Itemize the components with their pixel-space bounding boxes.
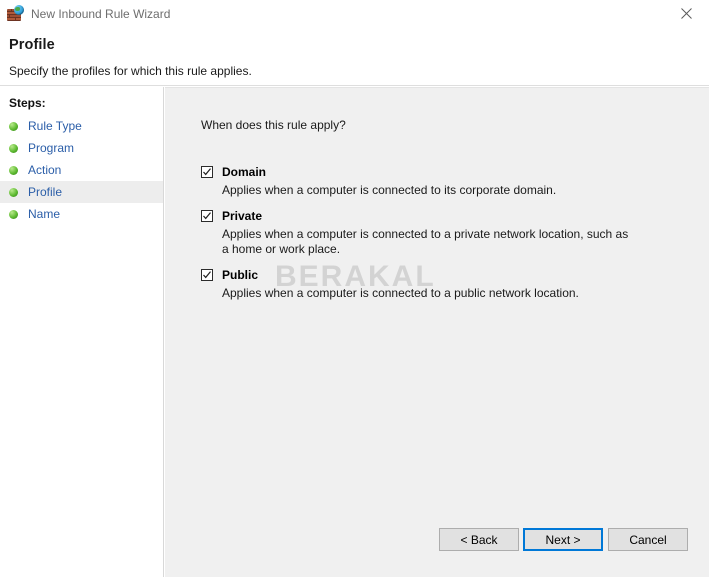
green-bullet-icon [9, 122, 18, 131]
green-bullet-icon [9, 144, 18, 153]
green-bullet-icon [9, 188, 18, 197]
cancel-button[interactable]: Cancel [608, 528, 688, 551]
page-subtitle: Specify the profiles for which this rule… [9, 64, 252, 78]
steps-sidebar: Steps: Rule Type Program Action Profile … [0, 87, 164, 577]
sidebar-item-action[interactable]: Action [0, 159, 163, 181]
page-header: Profile Specify the profiles for which t… [0, 27, 709, 86]
sidebar-item-label: Action [28, 163, 61, 177]
sidebar-item-label: Rule Type [28, 119, 82, 133]
title-bar: New Inbound Rule Wizard [0, 0, 709, 27]
option-public: Public Applies when a computer is connec… [201, 267, 671, 301]
green-bullet-icon [9, 210, 18, 219]
profile-options-group: Domain Applies when a computer is connec… [201, 164, 671, 311]
checkbox-row-public[interactable]: Public [201, 267, 671, 282]
option-description-public: Applies when a computer is connected to … [222, 286, 632, 301]
sidebar-item-profile[interactable]: Profile [0, 181, 163, 203]
option-domain: Domain Applies when a computer is connec… [201, 164, 671, 198]
checkbox-row-domain[interactable]: Domain [201, 164, 671, 179]
close-icon[interactable] [664, 0, 709, 27]
main-panel: When does this rule apply? BERAKAL Domai… [165, 87, 709, 577]
back-button[interactable]: < Back [439, 528, 519, 551]
sidebar-item-label: Profile [28, 185, 62, 199]
sidebar-item-label: Program [28, 141, 74, 155]
sidebar-item-program[interactable]: Program [0, 137, 163, 159]
option-label-domain: Domain [222, 165, 266, 179]
profile-question: When does this rule apply? [201, 118, 346, 132]
checkbox-row-private[interactable]: Private [201, 208, 671, 223]
steps-heading: Steps: [9, 96, 46, 110]
next-button[interactable]: Next > [523, 528, 603, 551]
checkbox-domain[interactable] [201, 166, 213, 178]
option-label-private: Private [222, 209, 262, 223]
option-description-domain: Applies when a computer is connected to … [222, 183, 632, 198]
firewall-globe-icon [7, 6, 23, 22]
window-title: New Inbound Rule Wizard [31, 7, 170, 21]
sidebar-item-name[interactable]: Name [0, 203, 163, 225]
green-bullet-icon [9, 166, 18, 175]
checkbox-public[interactable] [201, 269, 213, 281]
sidebar-item-rule-type[interactable]: Rule Type [0, 115, 163, 137]
option-description-private: Applies when a computer is connected to … [222, 227, 632, 257]
option-label-public: Public [222, 268, 258, 282]
sidebar-item-label: Name [28, 207, 60, 221]
option-private: Private Applies when a computer is conne… [201, 208, 671, 257]
page-title: Profile [9, 37, 55, 53]
steps-list: Rule Type Program Action Profile Name [0, 115, 163, 225]
wizard-footer: < Back Next > Cancel [165, 515, 709, 577]
checkbox-private[interactable] [201, 210, 213, 222]
